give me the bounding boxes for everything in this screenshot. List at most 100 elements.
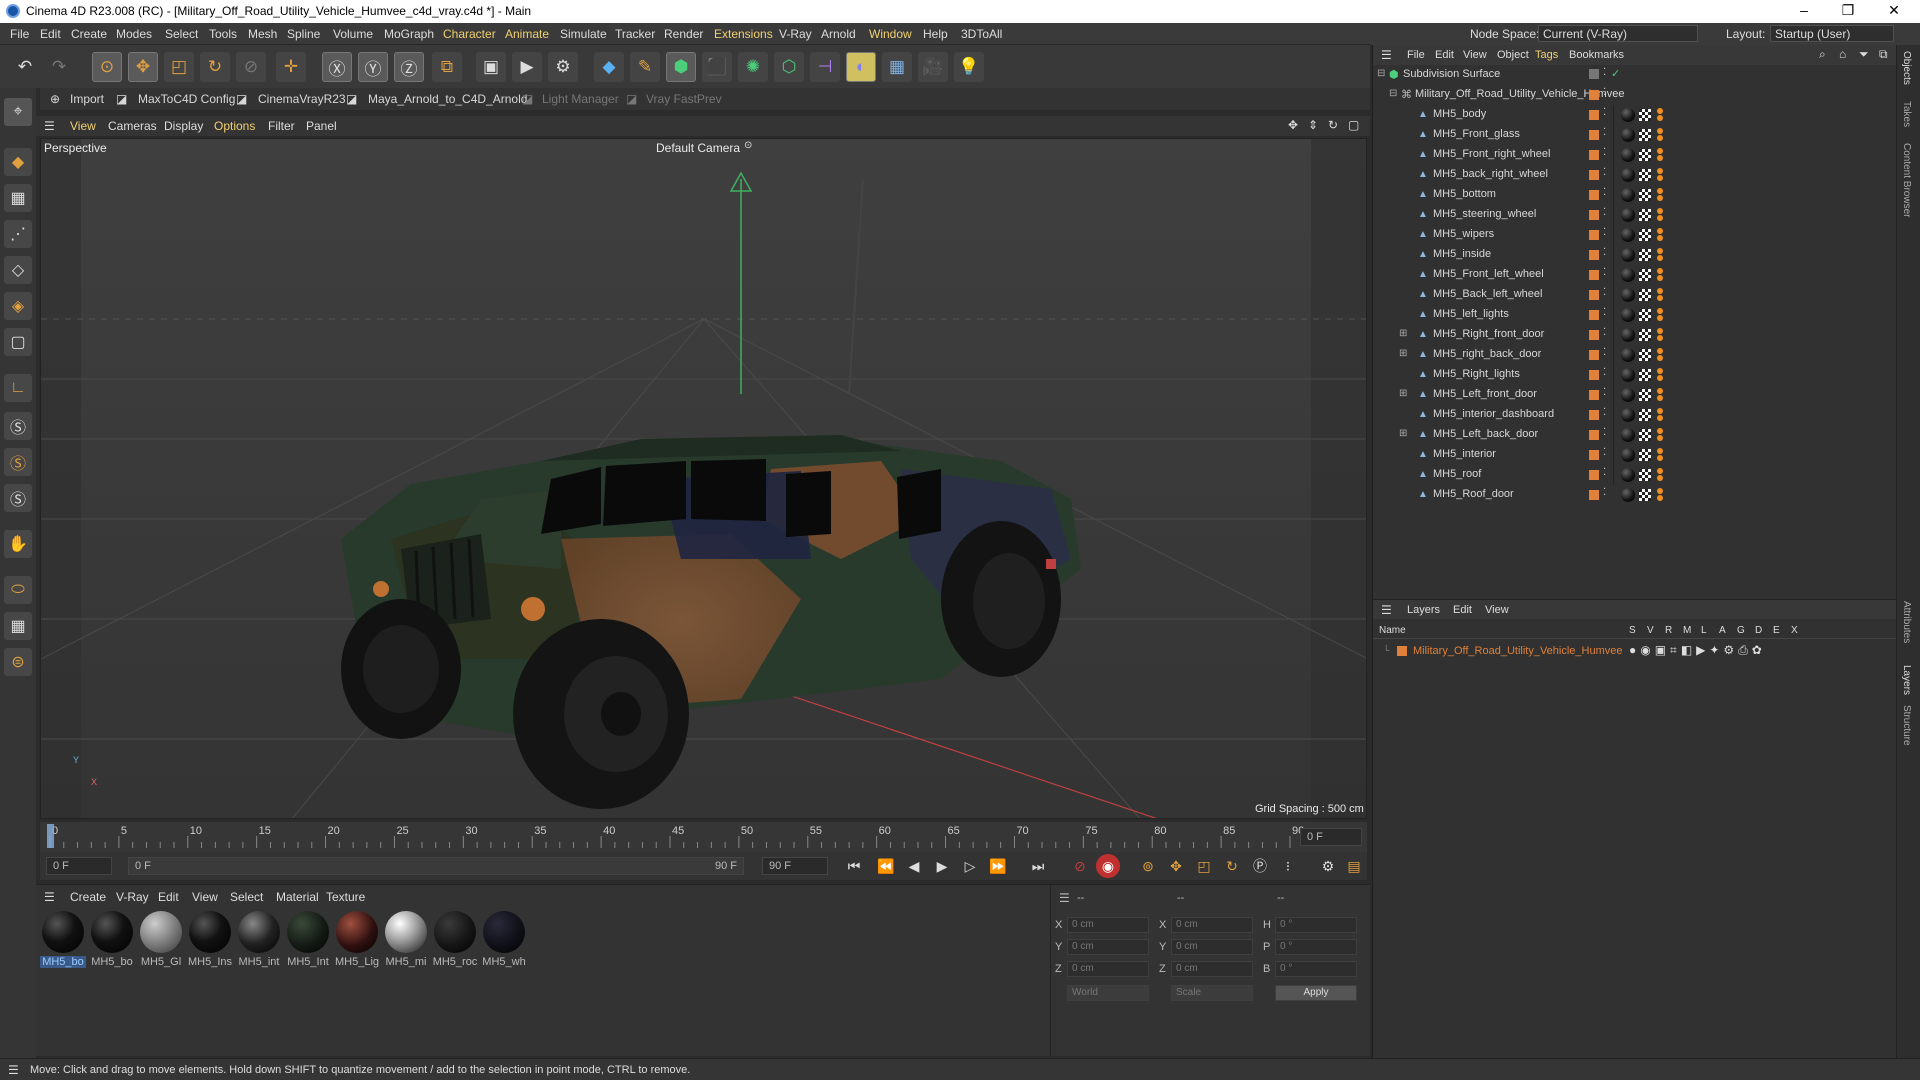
layer-flag-header[interactable]: M bbox=[1683, 625, 1691, 636]
polygons-mode-icon[interactable]: ◈ bbox=[4, 292, 32, 320]
object-row[interactable]: ▲ MH5_inside ⁚ bbox=[1373, 245, 1897, 265]
material-item[interactable]: MH5_Int bbox=[285, 911, 331, 973]
tag-dot-icon[interactable] bbox=[1657, 215, 1663, 221]
uv-tag-icon[interactable] bbox=[1639, 229, 1651, 241]
viewport-maximize-icon[interactable]: ▢ bbox=[1348, 118, 1359, 132]
tab-attributes[interactable]: Attributes bbox=[1901, 601, 1912, 643]
frame-range-slider[interactable]: 0 F 90 F bbox=[128, 857, 744, 875]
uv-tag-icon[interactable] bbox=[1639, 209, 1651, 221]
object-row[interactable]: ▲ MH5_steering_wheel ⁚ bbox=[1373, 205, 1897, 225]
viewport-move-icon[interactable]: ✥ bbox=[1288, 118, 1298, 132]
lock-workplane-icon[interactable]: ⊜ bbox=[4, 648, 32, 676]
material-menu-icon[interactable]: ☰ bbox=[44, 890, 55, 904]
coord-mode-dropdown[interactable]: World bbox=[1067, 985, 1149, 1001]
tag-dot-icon[interactable] bbox=[1657, 495, 1663, 501]
collapse-icon[interactable]: ⊟ bbox=[1389, 88, 1397, 99]
layer-swatch[interactable] bbox=[1589, 290, 1599, 300]
plugin-import[interactable]: Import bbox=[70, 92, 104, 106]
layer-flag-header[interactable]: X bbox=[1791, 625, 1798, 636]
tag-dot-icon[interactable] bbox=[1657, 135, 1663, 141]
viewport-menu-display[interactable]: Display bbox=[164, 119, 203, 133]
uv-tag-icon[interactable] bbox=[1639, 269, 1651, 281]
rotate-tool-icon[interactable]: ↻ bbox=[200, 52, 230, 82]
object-row[interactable]: ▲ MH5_Front_right_wheel ⁚ bbox=[1373, 145, 1897, 165]
timeline-window-icon[interactable]: ▤ bbox=[1342, 854, 1366, 878]
material-menu-material[interactable]: Material bbox=[276, 890, 319, 904]
material-tag-icon[interactable] bbox=[1621, 428, 1635, 442]
layer-swatch[interactable] bbox=[1589, 69, 1599, 79]
object-menu-icon[interactable]: ☰ bbox=[1381, 48, 1392, 62]
menu-spline[interactable]: Spline bbox=[287, 27, 320, 41]
coords-menu-icon[interactable]: ☰ bbox=[1059, 891, 1070, 905]
material-menu-create[interactable]: Create bbox=[70, 890, 106, 904]
layer-swatch[interactable] bbox=[1589, 410, 1599, 420]
key-scale-icon[interactable]: ◰ bbox=[1192, 854, 1216, 878]
menu-arnold[interactable]: Arnold bbox=[821, 27, 856, 41]
menu-3dtoall[interactable]: 3DToAll bbox=[961, 27, 1002, 41]
snap-icon[interactable]: Ⓢ bbox=[4, 412, 32, 440]
uv-tag-icon[interactable] bbox=[1639, 249, 1651, 261]
menu-file[interactable]: File bbox=[10, 27, 29, 41]
selection-tool-icon[interactable]: ⊙ bbox=[92, 52, 122, 82]
visibility-dots-icon[interactable]: ⁚ bbox=[1603, 447, 1606, 458]
tag-dot-icon[interactable] bbox=[1657, 468, 1663, 474]
object-row[interactable]: ⊞ ▲ MH5_Left_back_door ⁚ bbox=[1373, 425, 1897, 445]
visibility-dots-icon[interactable]: ⁚ bbox=[1603, 327, 1606, 338]
layer-flag-header[interactable]: S bbox=[1629, 625, 1636, 636]
goto-next-key-icon[interactable]: ⏩ bbox=[986, 854, 1010, 878]
object-menu-bookmarks[interactable]: Bookmarks bbox=[1569, 49, 1624, 61]
render-picture-viewer-icon[interactable]: ▶ bbox=[512, 52, 542, 82]
layer-color-swatch[interactable] bbox=[1397, 646, 1407, 656]
visibility-dots-icon[interactable]: ⁚ bbox=[1603, 87, 1606, 98]
material-tag-icon[interactable] bbox=[1621, 408, 1635, 422]
tag-dot-icon[interactable] bbox=[1657, 395, 1663, 401]
edges-mode-icon[interactable]: ◇ bbox=[4, 256, 32, 284]
node-space-dropdown[interactable]: Current (V-Ray) bbox=[1538, 25, 1698, 42]
menu-volume[interactable]: Volume bbox=[333, 27, 373, 41]
object-row-group[interactable]: ⊟ ⌘ Military_Off_Road_Utility_Vehicle_Hu… bbox=[1373, 85, 1897, 105]
tag-dot-icon[interactable] bbox=[1657, 175, 1663, 181]
material-tag-icon[interactable] bbox=[1621, 128, 1635, 142]
status-menu-icon[interactable]: ☰ bbox=[8, 1063, 19, 1077]
size-y-field[interactable]: 0 cm bbox=[1171, 939, 1253, 955]
layer-swatch[interactable] bbox=[1589, 350, 1599, 360]
material-menu-texture[interactable]: Texture bbox=[326, 890, 365, 904]
size-x-field[interactable]: 0 cm bbox=[1171, 917, 1253, 933]
redo-icon[interactable]: ↷ bbox=[44, 52, 74, 82]
object-row[interactable]: ▲ MH5_Roof_door ⁚ bbox=[1373, 485, 1897, 505]
layer-swatch[interactable] bbox=[1589, 450, 1599, 460]
menu-render[interactable]: Render bbox=[664, 27, 703, 41]
tag-dot-icon[interactable] bbox=[1657, 208, 1663, 214]
uv-tag-icon[interactable] bbox=[1639, 329, 1651, 341]
object-menu-tags[interactable]: Tags bbox=[1535, 49, 1558, 61]
z-axis-lock-icon[interactable]: Ⓩ bbox=[394, 52, 424, 82]
snap-settings-icon[interactable]: Ⓢ bbox=[4, 448, 32, 476]
object-row[interactable]: ⊞ ▲ MH5_Left_front_door ⁚ bbox=[1373, 385, 1897, 405]
layer-swatch[interactable] bbox=[1589, 390, 1599, 400]
viewport-menu-filter[interactable]: Filter bbox=[268, 119, 295, 133]
autokey-icon[interactable]: ◉ bbox=[1096, 854, 1120, 878]
layer-swatch[interactable] bbox=[1589, 490, 1599, 500]
tag-dot-icon[interactable] bbox=[1657, 428, 1663, 434]
scale-tool-icon[interactable]: ◰ bbox=[164, 52, 194, 82]
tab-takes[interactable]: Takes bbox=[1901, 101, 1912, 127]
menu-edit[interactable]: Edit bbox=[40, 27, 61, 41]
tag-dot-icon[interactable] bbox=[1657, 308, 1663, 314]
material-item[interactable]: MH5_Ins bbox=[187, 911, 233, 973]
visibility-dots-icon[interactable]: ⁚ bbox=[1603, 107, 1606, 118]
material-item[interactable]: MH5_bo bbox=[89, 911, 135, 973]
key-pla-icon[interactable]: ⁝ bbox=[1276, 854, 1300, 878]
keyframe-selection-icon[interactable]: ⊚ bbox=[1136, 854, 1160, 878]
menu-simulate[interactable]: Simulate bbox=[560, 27, 607, 41]
layer-flag-header[interactable]: A bbox=[1719, 625, 1726, 636]
layer-swatch[interactable] bbox=[1589, 250, 1599, 260]
tag-dot-icon[interactable] bbox=[1657, 188, 1663, 194]
mograph-icon[interactable]: ⬡ bbox=[774, 52, 804, 82]
layer-flag-header[interactable]: V bbox=[1647, 625, 1654, 636]
object-row[interactable]: ▲ MH5_bottom ⁚ bbox=[1373, 185, 1897, 205]
menu-animate[interactable]: Animate bbox=[505, 27, 549, 41]
layer-swatch[interactable] bbox=[1589, 310, 1599, 320]
3d-viewport[interactable]: Perspective Default Camera ⊙ Grid Spacin… bbox=[40, 138, 1367, 819]
layer-flag-header[interactable]: G bbox=[1737, 625, 1745, 636]
plugin-maxtoc4d-config[interactable]: MaxToC4D Config bbox=[138, 92, 235, 106]
